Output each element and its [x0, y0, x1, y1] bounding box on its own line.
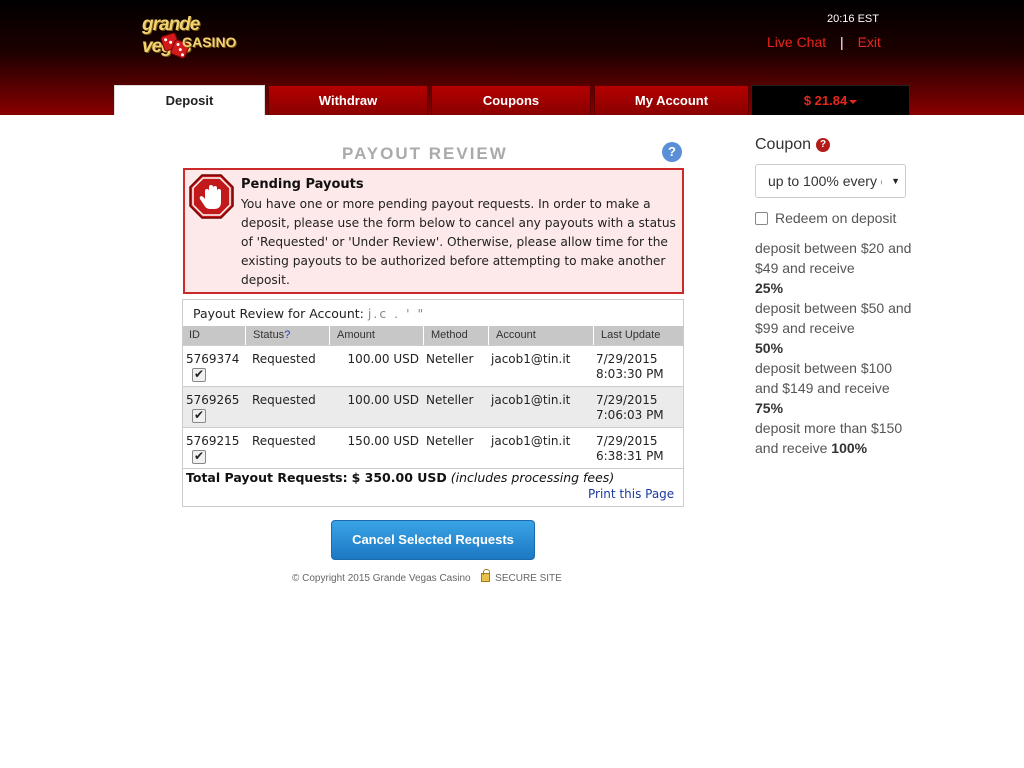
tier-text: deposit more than $150 and receive	[755, 420, 903, 456]
tab-coupons[interactable]: Coupons	[431, 85, 591, 115]
stop-hand-icon	[189, 174, 234, 219]
table-row: 5769265 Requested 100.00 USD Neteller ja…	[183, 386, 683, 427]
column-header-amount: Amount	[331, 326, 424, 345]
caret-down-icon	[849, 99, 858, 104]
page-footer: © Copyright 2015 Grande Vegas Casino SEC…	[292, 569, 562, 584]
dropdown-arrow-icon: ▼	[891, 176, 900, 186]
tier-item: deposit more than $150 and receive 100%	[755, 418, 915, 458]
payout-date: 7/29/2015	[596, 352, 658, 366]
alert-title: Pending Payouts	[241, 177, 364, 192]
payout-amount: 150.00 USD	[347, 434, 419, 448]
total-note: (includes processing fees)	[450, 470, 615, 485]
live-chat-link[interactable]: Live Chat	[767, 34, 826, 50]
lock-icon	[481, 569, 491, 582]
payout-id: 5769374	[186, 352, 240, 366]
balance-dropdown[interactable]: $ 21.84	[751, 85, 910, 115]
payout-time: 8:03:30 PM	[596, 367, 664, 381]
payout-status: Requested	[252, 434, 316, 448]
total-payout-summary: Total Payout Requests: $ 350.00 USD (inc…	[186, 470, 614, 485]
column-header-status-label: Status	[253, 329, 285, 341]
column-header-status: Status?	[247, 326, 330, 345]
copyright-text: © Copyright 2015 Grande Vegas Casino	[292, 573, 471, 584]
tab-my-account[interactable]: My Account	[594, 85, 749, 115]
table-row: 5769374 Requested 100.00 USD Neteller ja…	[183, 345, 683, 386]
payout-time: 7:06:03 PM	[596, 408, 664, 422]
cancel-selected-requests-button[interactable]: Cancel Selected Requests	[331, 520, 535, 560]
row-checkbox[interactable]	[192, 449, 206, 464]
tier-bonus: 100%	[831, 440, 868, 456]
alert-message: You have one or more pending payout requ…	[241, 197, 676, 287]
clock: 20:16 EST	[827, 13, 879, 25]
pending-payouts-alert: Pending Payouts You have one or more pen…	[183, 168, 684, 294]
account-name-redacted: j.c . ' "	[367, 306, 426, 321]
redeem-on-deposit-option[interactable]: Redeem on deposit	[755, 210, 896, 226]
payout-time: 6:38:31 PM	[596, 449, 664, 463]
coupon-tiers: deposit between $20 and $49 and receive 2…	[755, 238, 915, 458]
tier-text: deposit between $100 and $149 and receiv…	[755, 360, 892, 396]
payout-method: Neteller	[426, 393, 474, 407]
tier-item: deposit between $100 and $149 and receiv…	[755, 358, 915, 418]
balance-amount: $ 21.84	[803, 93, 848, 108]
row-checkbox[interactable]	[192, 408, 206, 423]
payout-id: 5769265	[186, 393, 240, 407]
tier-bonus: 25%	[755, 280, 784, 296]
secure-site-text: SECURE SITE	[495, 573, 562, 584]
redeem-checkbox[interactable]	[755, 212, 768, 225]
coupon-help-icon[interactable]: ?	[816, 138, 830, 152]
payout-status: Requested	[252, 352, 316, 366]
payout-amount: 100.00 USD	[347, 393, 419, 407]
site-header: grande vegas CASINO 20:16 EST Live Chat …	[0, 0, 1024, 115]
column-header-last-update: Last Update	[601, 329, 661, 341]
table-divider	[183, 468, 683, 469]
payout-account: jacob1@tin.it	[491, 352, 571, 366]
print-page-link[interactable]: Print this Page	[588, 487, 674, 501]
total-value: $ 350.00 USD	[351, 470, 447, 485]
page-title: PAYOUT REVIEW	[342, 144, 508, 163]
payout-account: jacob1@tin.it	[491, 393, 571, 407]
row-checkbox[interactable]	[192, 367, 206, 382]
status-help-icon[interactable]: ?	[284, 329, 290, 341]
tier-item: deposit between $50 and $99 and receive 5…	[755, 298, 915, 358]
payout-account: jacob1@tin.it	[491, 434, 571, 448]
tier-item: deposit between $20 and $49 and receive 2…	[755, 238, 915, 298]
redeem-label: Redeem on deposit	[775, 210, 897, 226]
column-header-method: Method	[425, 326, 489, 345]
payout-method: Neteller	[426, 434, 474, 448]
table-row: 5769215 Requested 150.00 USD Neteller ja…	[183, 427, 683, 468]
column-header-account: Account	[490, 326, 594, 345]
payout-amount: 100.00 USD	[347, 352, 419, 366]
column-header-id: ID	[183, 326, 246, 345]
total-label: Total Payout Requests:	[186, 470, 348, 485]
tier-bonus: 50%	[755, 340, 784, 356]
tier-bonus: 75%	[755, 400, 784, 416]
logo-subtext: CASINO	[182, 34, 237, 50]
tier-text: deposit between $50 and $99 and receive	[755, 300, 912, 336]
payout-date: 7/29/2015	[596, 434, 658, 448]
top-links: Live Chat | Exit	[767, 34, 881, 50]
payout-method: Neteller	[426, 352, 474, 366]
help-icon[interactable]: ?	[662, 142, 682, 162]
review-title-label: Payout Review for Account:	[193, 306, 364, 321]
payout-status: Requested	[252, 393, 316, 407]
coupon-selected-value: up to 100% every deposit	[768, 173, 882, 189]
payout-review-table: Payout Review for Account: j.c . ' " ID …	[182, 299, 684, 507]
review-title: Payout Review for Account: j.c . ' "	[193, 306, 425, 321]
link-separator: |	[840, 34, 844, 50]
tier-text: deposit between $20 and $49 and receive	[755, 240, 912, 276]
casino-logo[interactable]: grande vegas CASINO	[142, 14, 242, 60]
tab-deposit[interactable]: Deposit	[114, 85, 265, 115]
table-header: ID Status? Amount Method Account Last Up…	[183, 326, 683, 345]
payout-date: 7/29/2015	[596, 393, 658, 407]
coupon-select[interactable]: up to 100% every deposit ▼	[755, 164, 906, 198]
payout-id: 5769215	[186, 434, 240, 448]
tab-withdraw[interactable]: Withdraw	[268, 85, 428, 115]
coupon-label: Coupon	[755, 136, 812, 153]
exit-link[interactable]: Exit	[858, 34, 881, 50]
